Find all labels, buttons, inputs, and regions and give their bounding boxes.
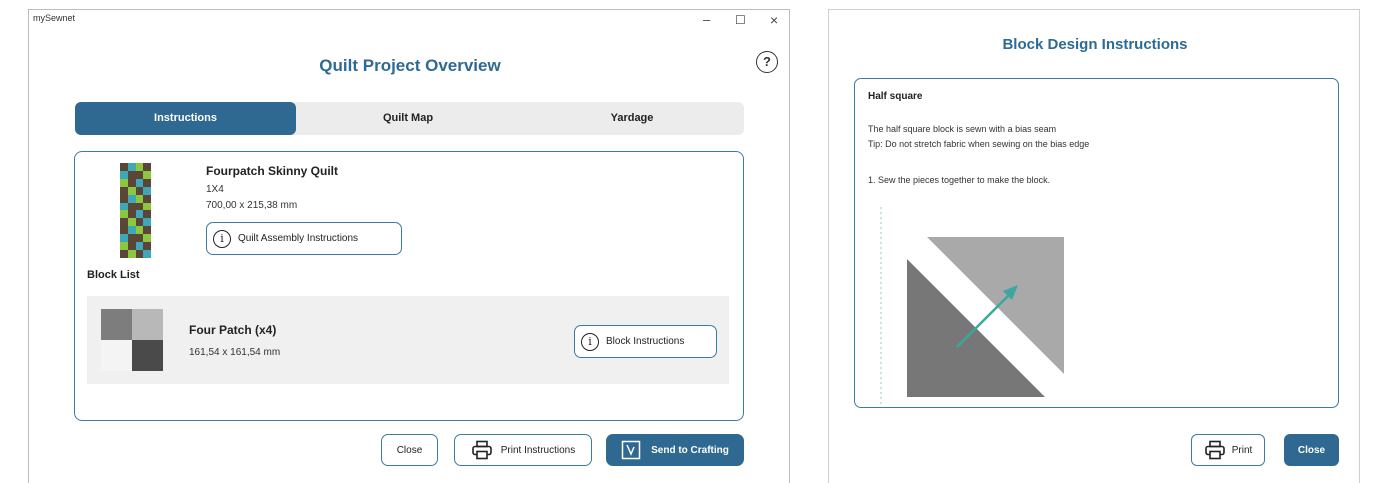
instruction-tip: Tip: Do not stretch fabric when sewing o… <box>868 139 1090 149</box>
instruction-heading: Half square <box>868 91 923 102</box>
block-size: 161,54 x 161,54 mm <box>189 347 281 358</box>
quilt-size: 700,00 x 215,38 mm <box>206 200 298 211</box>
info-icon: i <box>581 332 599 351</box>
quilt-assembly-label: Quilt Assembly Instructions <box>238 233 359 244</box>
maximize-button[interactable]: ☐ <box>735 10 746 30</box>
print-label: Print <box>1231 444 1253 456</box>
send-to-crafting-button[interactable]: Send to Crafting <box>606 434 744 466</box>
app-title: mySewnet <box>33 13 76 23</box>
quilt-thumbnail <box>120 163 152 258</box>
send-to-crafting-label: Send to Crafting <box>651 444 729 456</box>
instructions-panel: Fourpatch Skinny Quilt 1X4 700,00 x 215,… <box>74 151 744 421</box>
tab-quilt-map[interactable]: Quilt Map <box>296 102 520 135</box>
info-icon: i <box>213 229 231 248</box>
help-icon[interactable]: ? <box>756 51 778 73</box>
page-title: Quilt Project Overview <box>319 56 501 75</box>
tab-bar: Instructions Quilt Map Yardage <box>75 102 744 135</box>
quilt-overview-window: mySewnet – ☐ × Quilt Project Overview ? … <box>28 9 790 483</box>
window-close-button[interactable]: × <box>770 10 778 30</box>
printer-icon <box>471 440 492 460</box>
print-instructions-label: Print Instructions <box>500 444 576 456</box>
dialog-close-button[interactable]: Close <box>1284 434 1339 466</box>
four-patch-thumbnail <box>101 309 163 371</box>
instruction-line: The half square block is sewn with a bia… <box>868 124 1057 134</box>
quilt-title: Fourpatch Skinny Quilt <box>206 164 339 178</box>
tab-yardage[interactable]: Yardage <box>520 102 744 135</box>
quilt-assembly-instructions-button[interactable]: i Quilt Assembly Instructions <box>206 222 402 255</box>
block-list-label: Block List <box>87 269 140 281</box>
close-button[interactable]: Close <box>381 434 438 466</box>
half-square-diagram <box>880 207 1064 407</box>
block-title: Four Patch (x4) <box>189 323 277 337</box>
block-list-item[interactable]: Four Patch (x4) 161,54 x 161,54 mm i Blo… <box>87 296 729 384</box>
block-instructions-button[interactable]: i Block Instructions <box>574 325 717 358</box>
block-design-dialog: Block Design Instructions Half square Th… <box>828 9 1360 483</box>
dialog-title: Block Design Instructions <box>1002 36 1188 53</box>
print-instructions-button[interactable]: Print Instructions <box>454 434 592 466</box>
send-to-crafting-icon <box>621 440 641 460</box>
tab-instructions[interactable]: Instructions <box>75 102 296 135</box>
quilt-layout: 1X4 <box>206 184 224 195</box>
minimize-button[interactable]: – <box>703 10 710 30</box>
instructions-content: Half square The half square block is sew… <box>854 78 1339 408</box>
print-button[interactable]: Print <box>1191 434 1265 466</box>
printer-icon <box>1204 440 1225 460</box>
block-instructions-label: Block Instructions <box>606 336 685 347</box>
instruction-step: 1. Sew the pieces together to make the b… <box>868 175 1051 185</box>
